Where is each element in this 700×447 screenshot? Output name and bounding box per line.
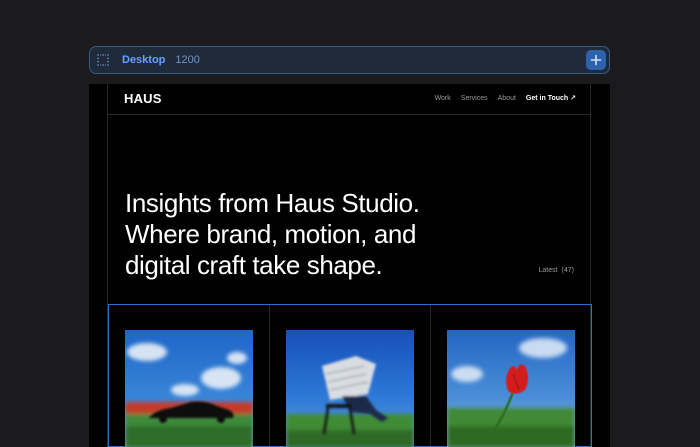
- blurred-car-photo[interactable]: [125, 330, 253, 447]
- site-logo[interactable]: HAUS: [124, 91, 162, 106]
- nav-link-about[interactable]: About: [498, 95, 516, 102]
- latest-count: (47): [561, 267, 574, 274]
- breakpoint-name: Desktop: [122, 54, 166, 66]
- add-breakpoint-button[interactable]: [586, 50, 606, 70]
- red-tulip-photo[interactable]: [447, 330, 575, 447]
- dotted-grid-icon[interactable]: [96, 53, 110, 67]
- post-grid: [108, 304, 592, 447]
- latest-filter[interactable]: Latest (47): [538, 267, 574, 274]
- person-reading-newspaper-photo[interactable]: [286, 330, 414, 447]
- page-container: HAUS Work Services About Get in Touch ↗ …: [107, 84, 592, 447]
- hero-heading: Insights from Haus Studio. Where brand, …: [125, 188, 485, 281]
- hero-line: digital craft take shape.: [125, 250, 383, 280]
- get-in-touch-link[interactable]: Get in Touch ↗: [526, 94, 576, 102]
- site-nav: HAUS Work Services About Get in Touch ↗: [108, 84, 590, 115]
- nav-links: Work Services About Get in Touch ↗: [435, 94, 576, 103]
- breakpoint-width: 1200: [175, 54, 200, 66]
- nav-link-work[interactable]: Work: [435, 95, 451, 102]
- breakpoint-bar[interactable]: Desktop 1200: [89, 46, 610, 74]
- latest-label: Latest: [538, 267, 558, 274]
- canvas-frame: HAUS Work Services About Get in Touch ↗ …: [89, 84, 610, 447]
- nav-link-services[interactable]: Services: [461, 95, 488, 102]
- post-card[interactable]: [431, 305, 591, 447]
- post-card[interactable]: [109, 305, 270, 447]
- hero-line: Insights from Haus Studio.: [125, 188, 420, 218]
- plus-icon: [590, 54, 602, 66]
- post-card[interactable]: [270, 305, 431, 447]
- hero-line: Where brand, motion, and: [125, 219, 417, 249]
